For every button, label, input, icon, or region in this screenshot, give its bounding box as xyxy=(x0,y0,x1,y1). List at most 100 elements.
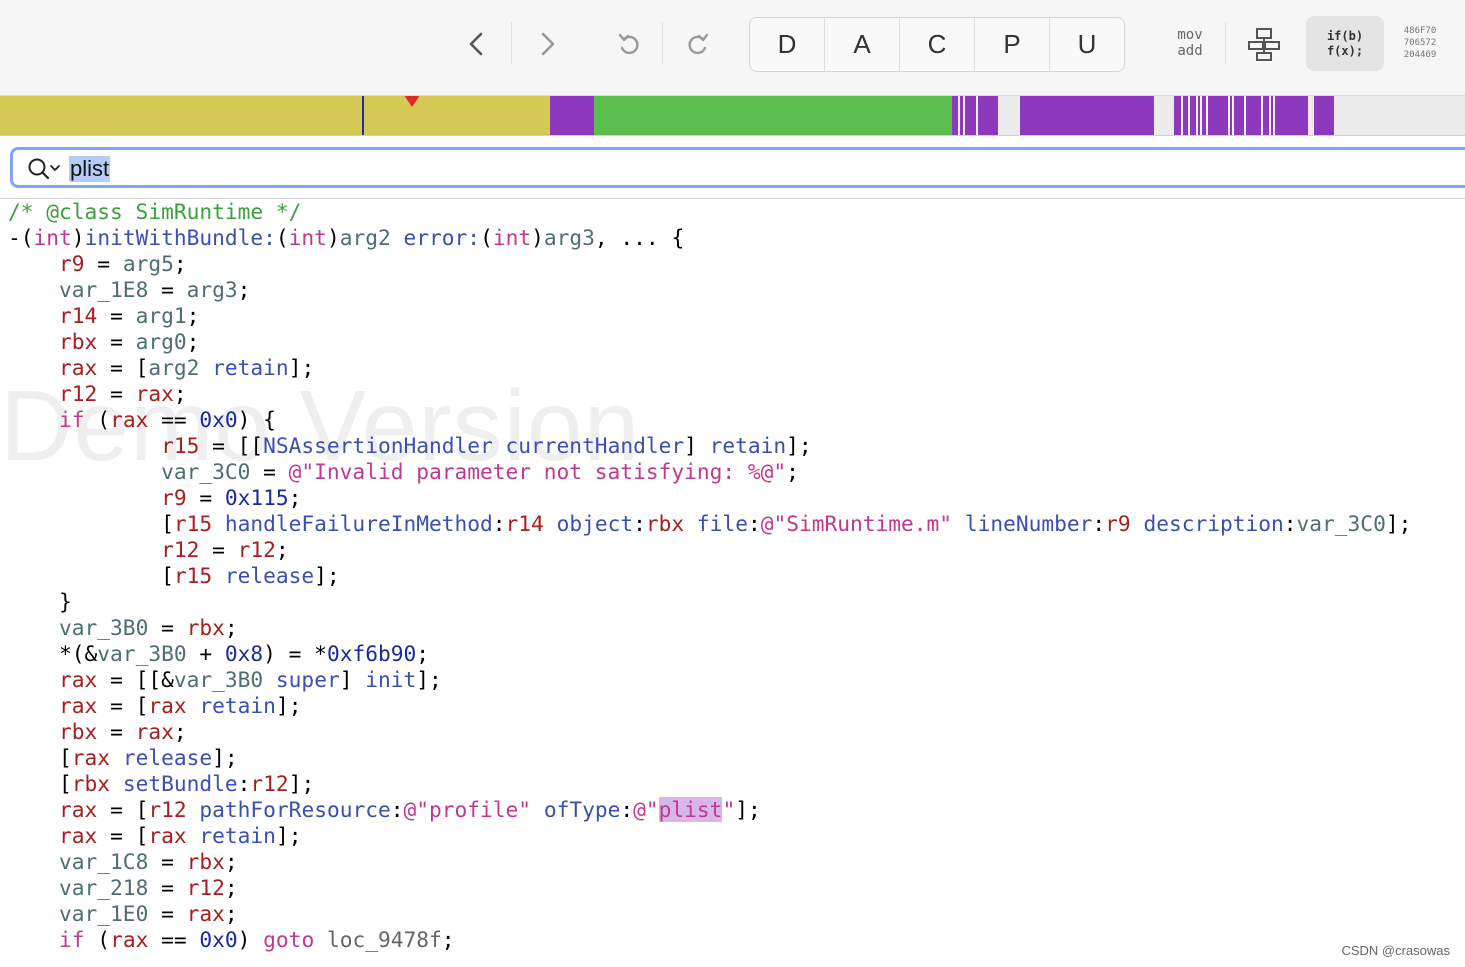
segment-p-button[interactable]: P xyxy=(975,18,1050,71)
code-line[interactable]: r14 = arg1; xyxy=(8,303,1411,329)
nav-segment-gap xyxy=(1269,96,1271,135)
code-token: release xyxy=(224,563,315,588)
code-token: = [ xyxy=(97,823,149,848)
redo-button[interactable] xyxy=(682,29,714,59)
code-token: rax xyxy=(135,381,174,406)
code-token: r12 xyxy=(237,537,276,562)
pseudocode-mode-button[interactable]: if(b) f(x); xyxy=(1306,16,1384,71)
code-line[interactable]: r9 = 0x115; xyxy=(8,485,1411,511)
code-token: ; xyxy=(288,485,302,510)
code-token: ) xyxy=(326,225,340,250)
nav-segment xyxy=(0,96,550,135)
navigation-bar[interactable] xyxy=(0,96,1465,136)
code-token: = xyxy=(148,901,187,926)
code-token: arg3 xyxy=(543,225,595,250)
code-line[interactable]: if (rax == 0x0) { xyxy=(8,407,1411,433)
code-line[interactable]: var_1E0 = rax; xyxy=(8,901,1411,927)
code-token: 0x8 xyxy=(224,641,264,666)
code-line[interactable]: if (rax == 0x0) goto loc_9478f; xyxy=(8,927,1411,953)
code-line[interactable]: r9 = arg5; xyxy=(8,251,1411,277)
flowchart-icon xyxy=(1248,28,1280,61)
code-line[interactable]: rax = [rax retain]; xyxy=(8,693,1411,719)
code-line[interactable]: rax = [r12 pathForResource:@"profile" of… xyxy=(8,797,1411,823)
code-token: = [[& xyxy=(97,667,174,692)
code-line[interactable]: rax = [[&var_3B0 super] init]; xyxy=(8,667,1411,693)
segment-d-button[interactable]: D xyxy=(750,18,825,71)
code-line[interactable]: /* @class SimRuntime */ xyxy=(8,199,1411,225)
code-token: ) xyxy=(237,927,264,952)
code-line[interactable]: rax = [rax retain]; xyxy=(8,823,1411,849)
segment-control: D A C P U xyxy=(749,17,1125,72)
undo-button[interactable] xyxy=(613,29,645,59)
code-line[interactable]: var_1E8 = arg3; xyxy=(8,277,1411,303)
code-line[interactable]: [r15 release]; xyxy=(8,563,1411,589)
code-line[interactable]: r12 = rax; xyxy=(8,381,1411,407)
code-line[interactable]: var_218 = r12; xyxy=(8,875,1411,901)
code-token: ]; xyxy=(1385,511,1412,536)
code-line[interactable]: var_1C8 = rbx; xyxy=(8,849,1411,875)
code-line[interactable]: } xyxy=(8,589,1411,615)
search-icon[interactable] xyxy=(27,157,61,181)
hex-mode-button[interactable]: 486F70 706572 204469 xyxy=(1394,25,1446,65)
code-token: ; xyxy=(224,849,238,874)
code-token: rax xyxy=(135,719,174,744)
code-line[interactable]: rax = [arg2 retain]; xyxy=(8,355,1411,381)
code-line[interactable]: r12 = r12; xyxy=(8,537,1411,563)
code-line[interactable]: var_3B0 = rbx; xyxy=(8,615,1411,641)
code-token: 0x0 xyxy=(199,927,238,952)
search-bar[interactable]: plist xyxy=(10,147,1465,188)
code-token: ; xyxy=(186,329,200,354)
code-token: ; xyxy=(237,277,251,302)
nav-segment-gap xyxy=(963,96,965,135)
code-token: = xyxy=(148,849,187,874)
segment-u-button[interactable]: U xyxy=(1050,18,1124,71)
segment-a-button[interactable]: A xyxy=(825,18,900,71)
code-token: retain xyxy=(212,355,289,380)
code-token: r14 xyxy=(59,303,98,328)
code-line[interactable]: rbx = arg0; xyxy=(8,329,1411,355)
nav-segment xyxy=(998,96,1020,135)
code-token: ]; xyxy=(275,693,302,718)
code-line[interactable]: -(int)initWithBundle:(int)arg2 error:(in… xyxy=(8,225,1411,251)
back-button[interactable] xyxy=(460,28,494,60)
nav-position-arrow-icon xyxy=(404,96,420,107)
code-line[interactable]: [rbx setBundle:r12]; xyxy=(8,771,1411,797)
code-listing[interactable]: /* @class SimRuntime */-(int)initWithBun… xyxy=(8,199,1411,953)
pseudocode-view[interactable]: Demo Version /* @class SimRuntime */-(in… xyxy=(0,198,1465,967)
code-line[interactable]: var_3C0 = @"Invalid parameter not satisf… xyxy=(8,459,1411,485)
code-line[interactable]: r15 = [[NSAssertionHandler currentHandle… xyxy=(8,433,1411,459)
code-token: ; xyxy=(441,927,455,952)
assembly-mode-button[interactable]: mov add xyxy=(1165,27,1215,63)
code-line[interactable]: [r15 handleFailureInMethod:r14 object:rb… xyxy=(8,511,1411,537)
code-token: = [ xyxy=(97,693,149,718)
code-token: arg1 xyxy=(135,303,187,328)
forward-button[interactable] xyxy=(530,28,564,60)
code-token: ]; xyxy=(786,433,812,458)
code-token: rax xyxy=(59,693,98,718)
code-token: r15 xyxy=(173,563,213,588)
nav-segment-gap xyxy=(1228,96,1230,135)
search-input[interactable]: plist xyxy=(69,156,111,182)
pseudo-mode-line1: if(b) xyxy=(1326,28,1364,43)
code-token: ; xyxy=(416,641,429,666)
code-token: -( xyxy=(8,225,34,250)
code-token: ; xyxy=(224,901,238,926)
segment-c-button[interactable]: C xyxy=(900,18,975,71)
code-line[interactable]: [rax release]; xyxy=(8,745,1411,771)
nav-segment xyxy=(1308,96,1314,135)
code-token: arg2 xyxy=(339,225,391,250)
code-token: ]; xyxy=(735,797,761,822)
code-token: = [[ xyxy=(199,433,264,458)
code-token: ( xyxy=(480,225,493,250)
code-line[interactable]: rbx = rax; xyxy=(8,719,1411,745)
code-line[interactable]: *(&var_3B0 + 0x8) = *0xf6b90; xyxy=(8,641,1411,667)
cfg-mode-button[interactable] xyxy=(1244,25,1284,63)
code-token: var_3B0 xyxy=(59,615,149,640)
code-token: r15 xyxy=(173,511,213,536)
